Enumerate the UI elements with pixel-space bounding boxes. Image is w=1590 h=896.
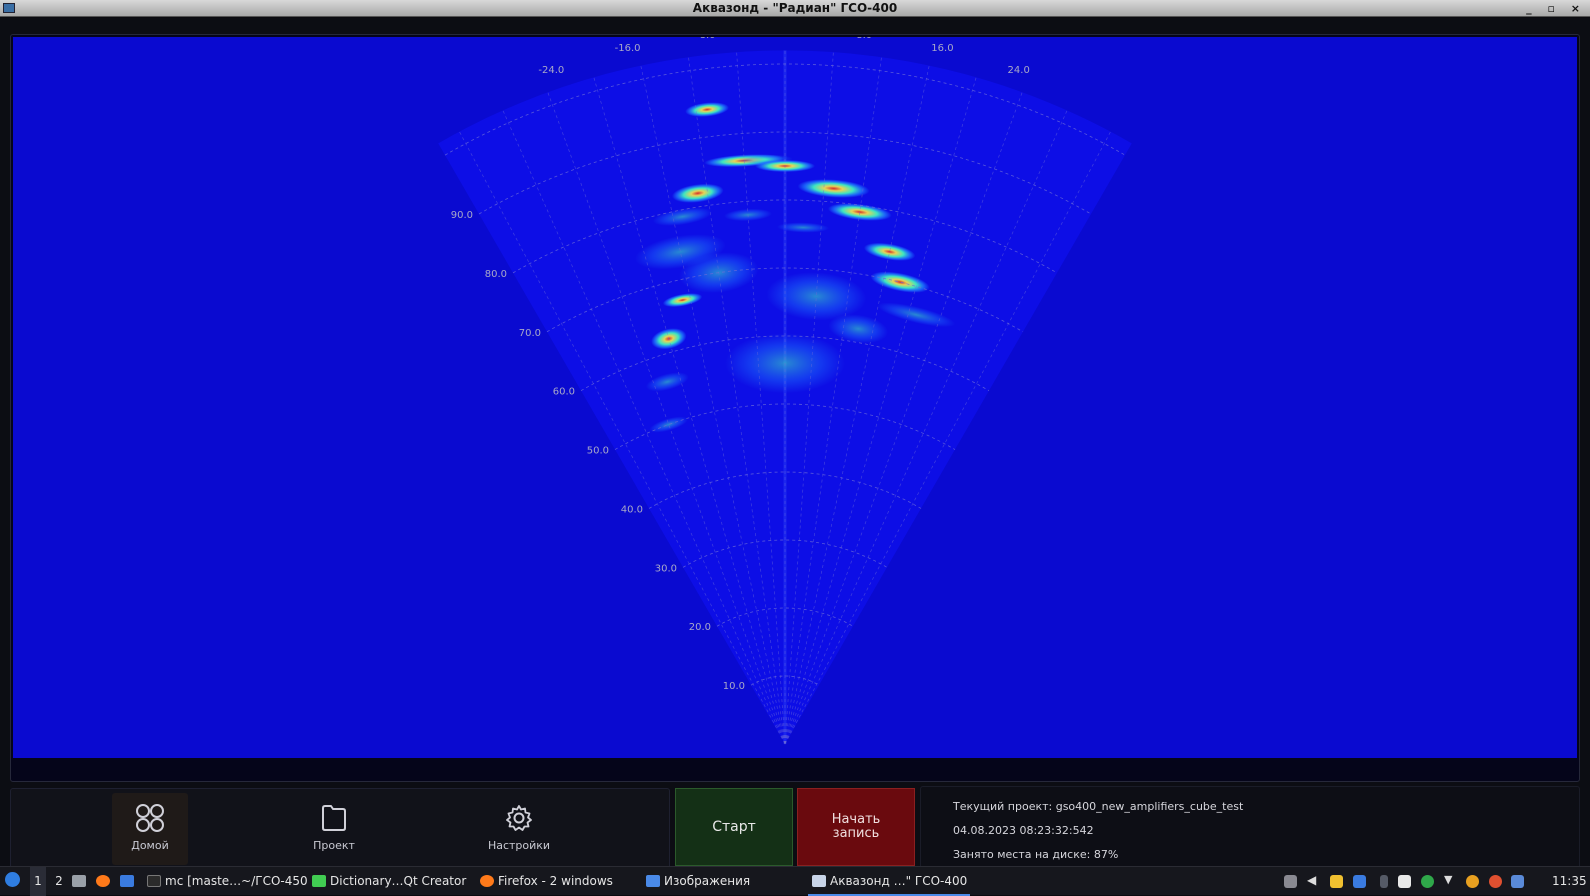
task-images[interactable]: Изображения — [646, 867, 750, 896]
task-label: Изображения — [664, 874, 751, 888]
bearing-tick-label: 8.0 — [856, 37, 872, 41]
file-manager-icon — [72, 875, 86, 887]
clock: 11:35 — [1552, 874, 1587, 888]
start-menu-button[interactable] — [5, 867, 24, 896]
power-icon[interactable] — [1489, 875, 1502, 888]
control-bar: Домой Проект Настройки Старт Начать запи… — [0, 778, 1590, 870]
range-tick-label: 90.0 — [451, 210, 473, 221]
home-label: Домой — [131, 839, 169, 852]
bearing-tick-label: 16.0 — [931, 43, 953, 54]
range-tick-label: 30.0 — [655, 563, 677, 574]
workspace-2[interactable]: 2 — [52, 867, 66, 896]
nav-panel: Домой Проект Настройки — [10, 788, 670, 870]
bearing-tick-label: -8.0 — [696, 37, 716, 41]
firefox-icon — [480, 875, 494, 887]
bluetooth-icon[interactable] — [1353, 875, 1366, 888]
settings-label: Настройки — [487, 839, 551, 852]
range-tick-label: 10.0 — [723, 681, 745, 692]
update-icon[interactable] — [1466, 875, 1479, 888]
system-taskbar: 1 2 mc [maste…~/ГСО-450 Dictionary…Qt Cr… — [0, 866, 1590, 896]
info-panel: Текущий проект: gso400_new_amplifiers_cu… — [920, 786, 1580, 870]
firefox-icon — [96, 875, 110, 887]
documents-icon[interactable] — [1398, 875, 1411, 888]
quicklaunch-desktop[interactable] — [120, 867, 138, 896]
window-controls[interactable]: _ ▫ × — [1526, 0, 1586, 17]
app-window: -24.0-16.0-8.008.016.024.010.020.030.040… — [0, 18, 1590, 870]
volume-icon[interactable]: ◀ — [1307, 873, 1320, 887]
current-project-text: Текущий проект: gso400_new_amplifiers_cu… — [953, 800, 1244, 813]
range-tick-label: 70.0 — [519, 328, 541, 339]
task-label: mc [maste…~/ГСО-450 — [165, 874, 308, 888]
task-qt-creator[interactable]: Dictionary…Qt Creator — [312, 867, 466, 896]
quicklaunch-firefox[interactable] — [96, 867, 114, 896]
sync-icon[interactable] — [1421, 875, 1434, 888]
workspace-1[interactable]: 1 — [30, 867, 46, 896]
sonar-display[interactable]: -24.0-16.0-8.008.016.024.010.020.030.040… — [13, 37, 1577, 758]
start-recording-label: Начать запись — [831, 812, 881, 841]
task-label: Dictionary…Qt Creator — [330, 874, 467, 888]
notes-icon[interactable] — [1330, 875, 1343, 888]
range-tick-label: 50.0 — [587, 446, 609, 457]
window-app-icon[interactable] — [3, 3, 15, 13]
folder-icon — [322, 805, 346, 831]
notification-icon[interactable] — [1511, 875, 1524, 888]
folder-icon — [646, 875, 660, 887]
terminal-icon — [147, 875, 161, 887]
app-window-icon — [812, 875, 826, 887]
sonar-fan-plot: -24.0-16.0-8.008.016.024.010.020.030.040… — [438, 37, 1132, 745]
range-tick-label: 80.0 — [485, 269, 507, 280]
home-button[interactable]: Домой — [112, 793, 188, 865]
window-title: Аквазонд - "Радиан" ГСО-400 — [692, 1, 898, 15]
bearing-tick-label: 24.0 — [1008, 65, 1030, 76]
os-logo-icon — [5, 872, 20, 887]
timestamp-text: 04.08.2023 08:23:32:542 — [953, 824, 1094, 837]
project-button[interactable]: Проект — [296, 793, 372, 865]
task-terminal[interactable]: mc [maste…~/ГСО-450 — [147, 867, 308, 896]
clipboard-icon[interactable] — [1284, 875, 1297, 888]
bearing-tick-label: -24.0 — [538, 65, 564, 76]
gear-icon — [506, 805, 532, 831]
quicklaunch-files[interactable] — [72, 867, 90, 896]
start-button[interactable]: Старт — [675, 788, 793, 866]
project-label: Проект — [313, 839, 355, 852]
window-titlebar: Аквазонд - "Радиан" ГСО-400 _ ▫ × — [0, 0, 1590, 17]
task-label: Аквазонд …" ГСО-400 — [830, 874, 968, 888]
network-icon[interactable]: ▼ — [1444, 873, 1457, 886]
start-recording-button[interactable]: Начать запись — [797, 788, 915, 866]
task-firefox[interactable]: Firefox - 2 windows — [480, 867, 613, 896]
settings-button[interactable]: Настройки — [481, 793, 557, 865]
task-akvazond[interactable]: Аквазонд …" ГСО-400 — [808, 867, 970, 896]
battery-icon[interactable] — [1380, 875, 1388, 888]
bearing-tick-label: -16.0 — [615, 43, 641, 54]
range-tick-label: 40.0 — [621, 504, 643, 515]
qt-creator-icon — [312, 875, 326, 887]
range-tick-label: 60.0 — [553, 387, 575, 398]
show-desktop-icon — [120, 875, 134, 887]
range-tick-label: 20.0 — [689, 622, 711, 633]
task-label: Firefox - 2 windows — [498, 874, 613, 888]
home-grid-icon — [136, 804, 164, 832]
